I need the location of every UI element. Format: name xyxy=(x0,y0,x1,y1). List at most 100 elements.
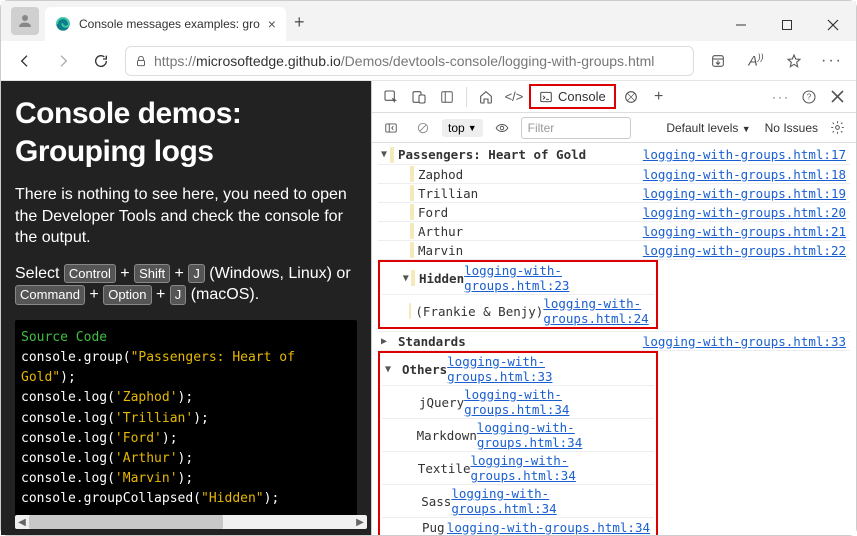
favorites-button[interactable] xyxy=(780,47,808,75)
forward-button[interactable] xyxy=(49,47,77,75)
console-log-row: Fordlogging-with-groups.html:20 xyxy=(378,202,850,221)
console-message: Ford xyxy=(418,205,643,220)
lock-icon xyxy=(134,54,148,68)
console-icon xyxy=(539,90,553,104)
console-message: Pug xyxy=(422,520,447,535)
console-message: Sass xyxy=(421,494,451,509)
source-link[interactable]: logging-with-groups.html:23 xyxy=(464,263,654,293)
console-message: Others xyxy=(402,362,447,377)
source-link[interactable]: logging-with-groups.html:21 xyxy=(643,224,850,239)
tab-add[interactable]: + xyxy=(646,84,672,110)
devtools-close-button[interactable] xyxy=(824,84,850,110)
page-shortcut-line: Select Control + Shift + J (Windows, Lin… xyxy=(15,263,357,306)
console-log-row: Markdownlogging-with-groups.html:34 xyxy=(382,418,654,451)
console-message: jQuery xyxy=(419,395,464,410)
scroll-left-icon[interactable]: ◀ xyxy=(15,517,29,528)
tab-title: Console messages examples: gro xyxy=(79,17,260,31)
devtools-panel: </> Console + ··· ? top▼ Filter Default … xyxy=(371,81,856,535)
app-install-button[interactable] xyxy=(704,47,732,75)
console-log-row: Arthurlogging-with-groups.html:21 xyxy=(378,221,850,240)
source-link[interactable]: logging-with-groups.html:34 xyxy=(451,486,654,516)
url-field[interactable]: https://microsoftedge.github.io/Demos/de… xyxy=(125,46,694,76)
url-text: https://microsoftedge.github.io/Demos/de… xyxy=(154,53,654,69)
source-link[interactable]: logging-with-groups.html:34 xyxy=(464,387,654,417)
horizontal-scrollbar[interactable]: ◀ ▶ xyxy=(15,515,367,529)
source-link[interactable]: logging-with-groups.html:20 xyxy=(643,205,850,220)
console-tab-label: Console xyxy=(558,89,606,104)
console-log-row: Trillianlogging-with-groups.html:19 xyxy=(378,183,850,202)
disclosure-triangle-icon[interactable]: ▼ xyxy=(382,364,394,375)
context-selector[interactable]: top▼ xyxy=(442,119,483,137)
source-link[interactable]: logging-with-groups.html:22 xyxy=(643,243,850,258)
source-link[interactable]: logging-with-groups.html:17 xyxy=(643,147,850,162)
window-titlebar: Console messages examples: gro × + xyxy=(1,1,856,41)
tab-elements[interactable]: </> xyxy=(501,84,527,110)
devtools-more-button[interactable]: ··· xyxy=(768,84,794,110)
source-link[interactable]: logging-with-groups.html:33 xyxy=(447,354,654,384)
console-group-header[interactable]: ▼ Passengers: Heart of Goldlogging-with-g… xyxy=(378,145,850,164)
console-message: Passengers: Heart of Gold xyxy=(398,147,643,162)
console-settings-button[interactable] xyxy=(824,115,850,141)
console-log-row: Marvinlogging-with-groups.html:22 xyxy=(378,240,850,259)
activity-bar-button[interactable] xyxy=(434,84,460,110)
inspect-button[interactable] xyxy=(378,84,404,110)
issues-button[interactable]: No Issues xyxy=(765,121,818,135)
console-toolbar: top▼ Filter Default levels ▼ No Issues xyxy=(372,113,856,143)
disclosure-triangle-icon[interactable]: ▼ xyxy=(378,149,390,160)
source-link[interactable]: logging-with-groups.html:19 xyxy=(643,186,850,201)
tab-console[interactable]: Console xyxy=(529,84,616,109)
minimize-button[interactable] xyxy=(718,9,764,41)
refresh-button[interactable] xyxy=(87,47,115,75)
console-message: Standards xyxy=(398,334,643,349)
source-link[interactable]: logging-with-groups.html:34 xyxy=(470,453,654,483)
source-code-block: Source Code console.group("Passengers: H… xyxy=(15,320,357,517)
disclosure-triangle-icon[interactable]: ▶ xyxy=(378,336,390,347)
maximize-button[interactable] xyxy=(764,9,810,41)
new-tab-button[interactable]: + xyxy=(294,12,305,33)
console-message: Arthur xyxy=(418,224,643,239)
console-log-row: Sasslogging-with-groups.html:34 xyxy=(382,484,654,517)
clear-console-button[interactable] xyxy=(410,115,436,141)
devtools-help-button[interactable]: ? xyxy=(796,84,822,110)
page-paragraph: There is nothing to see here, you need t… xyxy=(15,184,357,249)
address-bar: https://microsoftedge.github.io/Demos/de… xyxy=(1,41,856,81)
menu-button[interactable]: ··· xyxy=(818,47,846,75)
console-log-row: Zaphodlogging-with-groups.html:18 xyxy=(378,164,850,183)
devtools-tab-strip: </> Console + ··· ? xyxy=(372,81,856,113)
console-group-header[interactable]: ▶ Standardslogging-with-groups.html:33 xyxy=(378,331,850,350)
browser-tab[interactable]: Console messages examples: gro × xyxy=(45,7,286,41)
console-message: Markdown xyxy=(417,428,477,443)
console-log-row: Puglogging-with-groups.html:34 xyxy=(382,517,654,535)
tab-sources[interactable] xyxy=(618,84,644,110)
console-sidebar-toggle[interactable] xyxy=(378,115,404,141)
console-log-row: (Frankie & Benjy)logging-with-groups.htm… xyxy=(382,294,654,327)
source-link[interactable]: logging-with-groups.html:34 xyxy=(447,520,654,535)
read-aloud-button[interactable]: A)) xyxy=(742,47,770,75)
filter-input[interactable]: Filter xyxy=(521,117,631,139)
source-link[interactable]: logging-with-groups.html:33 xyxy=(643,334,850,349)
edge-icon xyxy=(55,16,71,32)
console-output[interactable]: ▼Passengers: Heart of Goldlogging-with-g… xyxy=(372,143,856,535)
source-link[interactable]: logging-with-groups.html:18 xyxy=(643,167,850,182)
console-message: Zaphod xyxy=(418,167,643,182)
disclosure-triangle-icon[interactable]: ▼ xyxy=(400,273,411,284)
tab-close-button[interactable]: × xyxy=(268,16,276,32)
log-levels-selector[interactable]: Default levels ▼ xyxy=(666,121,750,135)
source-link[interactable]: logging-with-groups.html:34 xyxy=(477,420,654,450)
scrollbar-thumb[interactable] xyxy=(29,515,223,529)
back-button[interactable] xyxy=(11,47,39,75)
console-message: Textile xyxy=(418,461,471,476)
console-group-header[interactable]: ▼ Otherslogging-with-groups.html:33 xyxy=(382,353,654,385)
source-code-label: Source Code xyxy=(21,328,351,348)
live-expression-button[interactable] xyxy=(489,115,515,141)
console-message: Trillian xyxy=(418,186,643,201)
page-heading: Console demos: Grouping logs xyxy=(15,95,357,170)
tab-welcome[interactable] xyxy=(473,84,499,110)
scroll-right-icon[interactable]: ▶ xyxy=(353,517,367,528)
profile-button[interactable] xyxy=(11,7,39,35)
console-group-header[interactable]: ▼Hiddenlogging-with-groups.html:23 xyxy=(382,262,654,294)
page-content: Console demos: Grouping logs There is no… xyxy=(1,81,371,535)
device-toggle-button[interactable] xyxy=(406,84,432,110)
close-window-button[interactable] xyxy=(810,9,856,41)
source-link[interactable]: logging-with-groups.html:24 xyxy=(543,296,654,326)
